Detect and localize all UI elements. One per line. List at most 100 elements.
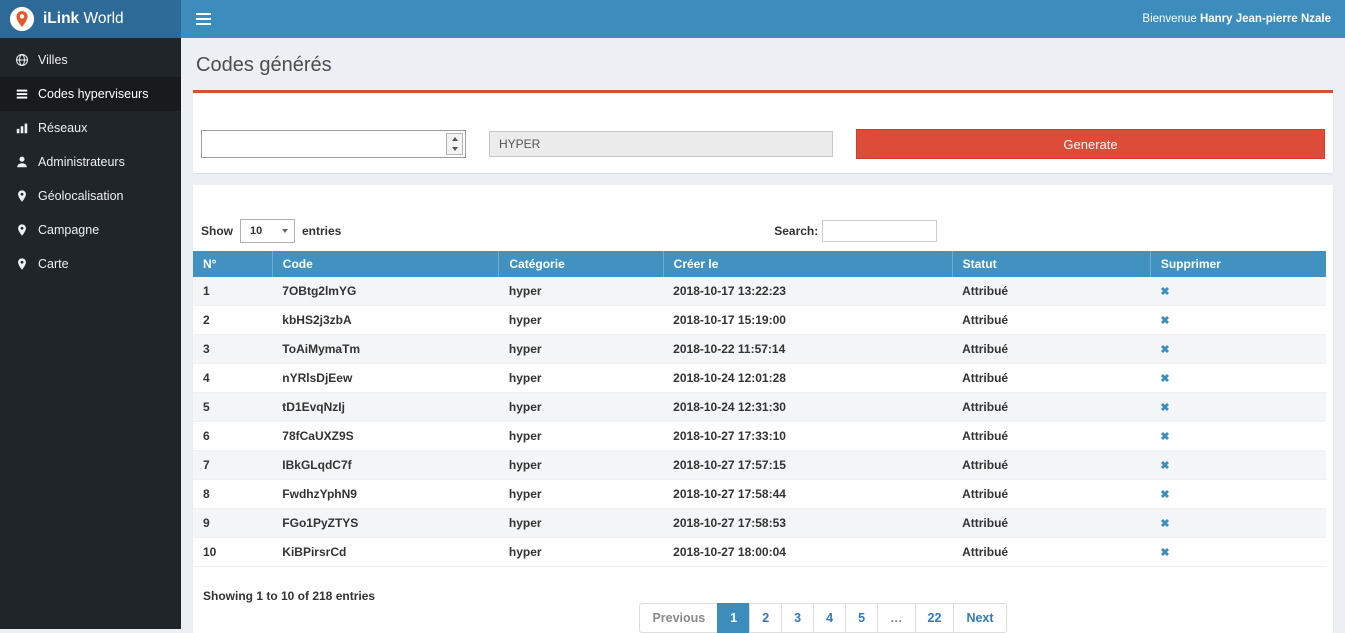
table-row: 5tD1EvqNzIjhyper2018-10-24 12:31:30Attri… xyxy=(193,393,1326,422)
delete-icon[interactable]: ✖ xyxy=(1160,373,1169,385)
chevron-up-icon xyxy=(452,137,458,141)
delete-icon[interactable]: ✖ xyxy=(1160,431,1169,443)
table-row: 678fCaUXZ9Shyper2018-10-27 17:33:10Attri… xyxy=(193,422,1326,451)
delete-cell: ✖ xyxy=(1150,306,1326,335)
column-header-code[interactable]: Code xyxy=(272,251,499,277)
table-row: 8FwdhzYphN9hyper2018-10-27 17:58:44Attri… xyxy=(193,480,1326,509)
delete-icon[interactable]: ✖ xyxy=(1160,489,1169,501)
category-cell: hyper xyxy=(499,509,663,538)
generate-button[interactable]: Generate xyxy=(856,129,1325,159)
delete-icon[interactable]: ✖ xyxy=(1160,547,1169,559)
showing-entries-text: Showing 1 to 10 of 218 entries xyxy=(203,589,375,603)
column-header-statut[interactable]: Statut xyxy=(952,251,1150,277)
delete-cell: ✖ xyxy=(1150,480,1326,509)
sidebar-toggle-button[interactable] xyxy=(181,0,225,38)
status-cell: Attribué xyxy=(952,509,1150,538)
sidebar-item-reseaux[interactable]: Réseaux xyxy=(0,111,181,145)
sidebar-item-carte[interactable]: Carte xyxy=(0,247,181,281)
table-row: 3ToAiMymaTmhyper2018-10-22 11:57:14Attri… xyxy=(193,335,1326,364)
sidebar-item-label: Codes hyperviseurs xyxy=(38,87,148,101)
code-cell: 7OBtg2lmYG xyxy=(272,277,499,306)
row-number-cell: 1 xyxy=(193,277,272,306)
sidebar-item-label: Administrateurs xyxy=(38,155,125,169)
welcome-prefix: Bienvenue xyxy=(1142,13,1200,25)
spinner-up-button[interactable] xyxy=(447,134,462,144)
created-date-cell: 2018-10-17 13:22:23 xyxy=(663,277,952,306)
entries-label: entries xyxy=(302,224,341,238)
sidebar-item-codes-hyperviseurs[interactable]: Codes hyperviseurs xyxy=(0,77,181,111)
delete-cell: ✖ xyxy=(1150,451,1326,480)
sidebar-item-label: Villes xyxy=(38,53,68,67)
sidebar-item-villes[interactable]: Villes xyxy=(0,43,181,77)
globe-icon xyxy=(15,53,29,67)
column-header-categorie[interactable]: Catégorie xyxy=(499,251,663,277)
category-cell: hyper xyxy=(499,393,663,422)
logo-area[interactable]: iLink World xyxy=(0,0,181,38)
row-number-cell: 2 xyxy=(193,306,272,335)
spinner-down-button[interactable] xyxy=(447,144,462,154)
sidebar-item-label: Campagne xyxy=(38,223,99,237)
delete-cell: ✖ xyxy=(1150,422,1326,451)
delete-cell: ✖ xyxy=(1150,335,1326,364)
status-cell: Attribué xyxy=(952,480,1150,509)
code-cell: ToAiMymaTm xyxy=(272,335,499,364)
status-cell: Attribué xyxy=(952,306,1150,335)
map-marker-icon xyxy=(15,223,29,237)
brand-title: iLink World xyxy=(43,10,124,28)
brand-bold: iLink xyxy=(43,10,79,27)
delete-icon[interactable]: ✖ xyxy=(1160,286,1169,298)
table-row: 7IBkGLqdC7fhyper2018-10-27 17:57:15Attri… xyxy=(193,451,1326,480)
bar-chart-icon xyxy=(15,121,29,135)
delete-icon[interactable]: ✖ xyxy=(1160,344,1169,356)
quantity-field[interactable] xyxy=(202,131,453,157)
chevron-down-icon xyxy=(452,147,458,151)
table-body: 17OBtg2lmYGhyper2018-10-17 13:22:23Attri… xyxy=(193,277,1326,567)
app-window: iLink World Villes Codes hyperviseurs Ré… xyxy=(0,0,1345,629)
page-length-control: Show 10 entries xyxy=(201,219,1325,243)
category-input-disabled xyxy=(489,131,833,157)
created-date-cell: 2018-10-24 12:01:28 xyxy=(663,364,952,393)
show-label: Show xyxy=(201,224,233,238)
quantity-input[interactable] xyxy=(201,130,466,158)
created-date-cell: 2018-10-27 18:00:04 xyxy=(663,538,952,567)
delete-icon[interactable]: ✖ xyxy=(1160,460,1169,472)
category-cell: hyper xyxy=(499,306,663,335)
sidebar-item-geolocalisation[interactable]: Géolocalisation xyxy=(0,179,181,213)
welcome-message: Bienvenue Hanry Jean-pierre Nzale xyxy=(1142,13,1345,25)
table-row: 17OBtg2lmYGhyper2018-10-17 13:22:23Attri… xyxy=(193,277,1326,306)
row-number-cell: 5 xyxy=(193,393,272,422)
delete-cell: ✖ xyxy=(1150,393,1326,422)
search-input[interactable] xyxy=(822,220,937,242)
content-area: Codes générés Generate Show xyxy=(181,38,1345,633)
delete-cell: ✖ xyxy=(1150,509,1326,538)
category-cell: hyper xyxy=(499,480,663,509)
sidebar-item-label: Géolocalisation xyxy=(38,189,123,203)
table-controls: Show 10 entries Search: xyxy=(201,219,1325,243)
page-length-select[interactable]: 10 xyxy=(240,219,295,243)
delete-cell: ✖ xyxy=(1150,538,1326,567)
column-header-numero[interactable]: N° xyxy=(193,251,272,277)
sidebar-item-administrateurs[interactable]: Administrateurs xyxy=(0,145,181,179)
created-date-cell: 2018-10-22 11:57:14 xyxy=(663,335,952,364)
user-icon xyxy=(15,155,29,169)
welcome-user-name: Hanry Jean-pierre Nzale xyxy=(1200,13,1331,25)
map-marker-icon xyxy=(15,257,29,271)
code-cell: FGo1PyZTYS xyxy=(272,509,499,538)
row-number-cell: 8 xyxy=(193,480,272,509)
status-cell: Attribué xyxy=(952,393,1150,422)
code-cell: nYRlsDjEew xyxy=(272,364,499,393)
column-header-supprimer[interactable]: Supprimer xyxy=(1150,251,1326,277)
sidebar-item-campagne[interactable]: Campagne xyxy=(0,213,181,247)
column-header-creer-le[interactable]: Créer le xyxy=(663,251,952,277)
row-number-cell: 3 xyxy=(193,335,272,364)
created-date-cell: 2018-10-24 12:31:30 xyxy=(663,393,952,422)
table-footer: Showing 1 to 10 of 218 entries Previous1… xyxy=(193,567,1333,633)
search-label: Search: xyxy=(774,224,818,238)
code-cell: tD1EvqNzIj xyxy=(272,393,499,422)
delete-icon[interactable]: ✖ xyxy=(1160,518,1169,530)
delete-icon[interactable]: ✖ xyxy=(1160,315,1169,327)
table-header-row: N° Code Catégorie Créer le Statut Suppri… xyxy=(193,251,1326,277)
category-cell: hyper xyxy=(499,335,663,364)
delete-icon[interactable]: ✖ xyxy=(1160,402,1169,414)
category-cell: hyper xyxy=(499,422,663,451)
